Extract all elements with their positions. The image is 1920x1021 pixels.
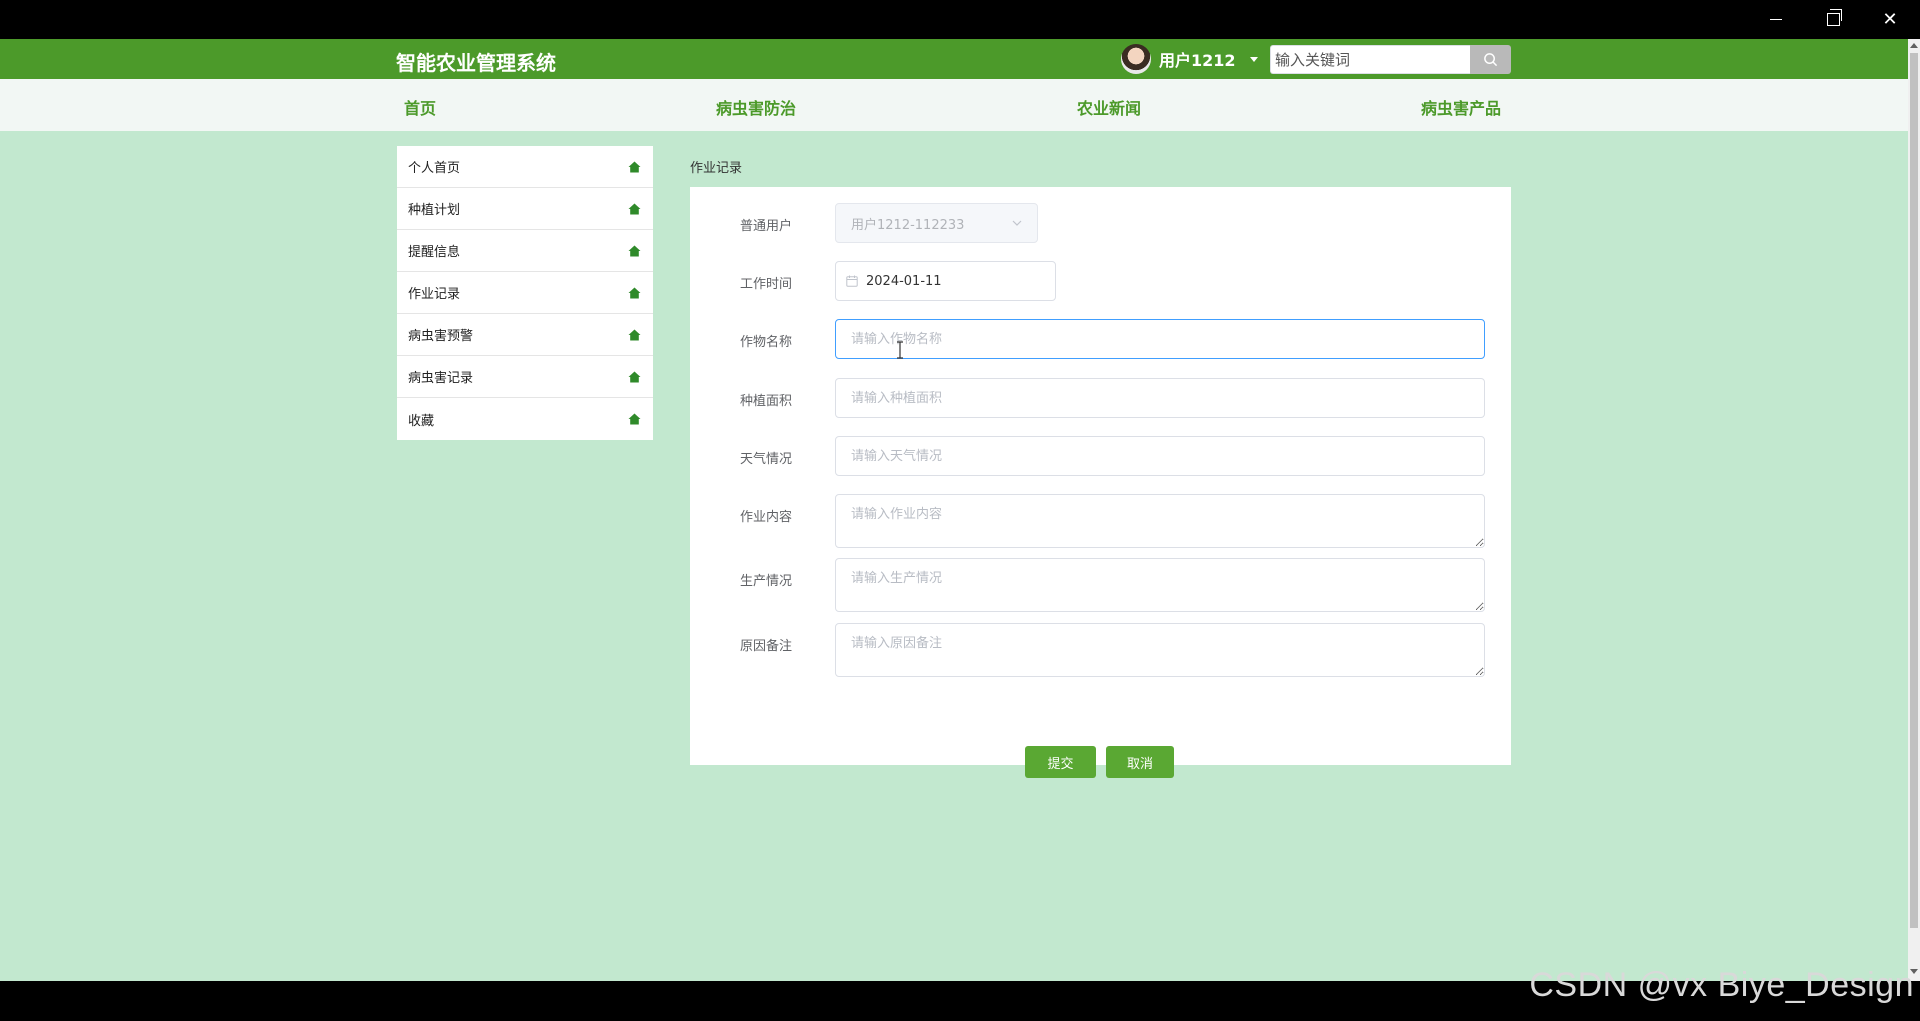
- nav-item-home[interactable]: 首页: [404, 95, 436, 119]
- crop-name-input[interactable]: [835, 319, 1485, 359]
- submit-button[interactable]: 提交: [1025, 746, 1096, 778]
- scroll-up-icon[interactable]: [1910, 43, 1918, 48]
- planting-area-label: 种植面积: [740, 394, 793, 409]
- sidebar-item-profile[interactable]: 个人首页: [397, 146, 653, 188]
- sidebar-item-label: 病虫害预警: [408, 329, 474, 344]
- weather-label: 天气情况: [740, 452, 793, 467]
- top-header: 智能农业管理系统 用户1212: [0, 39, 1908, 79]
- user-select: 用户1212-112233: [835, 203, 1038, 243]
- work-content-label: 作业内容: [740, 510, 793, 525]
- scroll-thumb[interactable]: [1910, 53, 1918, 928]
- close-icon: ✕: [1882, 9, 1898, 30]
- home-icon: [628, 329, 641, 340]
- chevron-down-icon: [1012, 220, 1022, 226]
- planting-area-input[interactable]: [835, 378, 1485, 418]
- sidebar-item-planting-plan[interactable]: 种植计划: [397, 188, 653, 230]
- nav-item-agri-news[interactable]: 农业新闻: [1077, 95, 1141, 119]
- sidebar: 个人首页 种植计划 提醒信息 作业记录 病虫害预警 病虫害记录 收藏: [397, 146, 653, 440]
- avatar: [1121, 44, 1151, 74]
- page-scrollbar[interactable]: [1908, 39, 1920, 981]
- production-textarea[interactable]: [835, 558, 1485, 612]
- reason-label: 原因备注: [740, 639, 793, 654]
- home-icon: [628, 203, 641, 214]
- nav-item-pest-control[interactable]: 病虫害防治: [716, 95, 796, 119]
- restore-icon: [1826, 9, 1842, 26]
- main-nav: 首页 病虫害防治 农业新闻 病虫害产品: [0, 79, 1908, 131]
- sidebar-item-label: 个人首页: [408, 161, 461, 176]
- sidebar-item-pest-warning[interactable]: 病虫害预警: [397, 314, 653, 356]
- weather-input[interactable]: [835, 436, 1485, 476]
- home-icon: [628, 245, 641, 256]
- sidebar-item-label: 作业记录: [408, 287, 461, 302]
- app-viewport: 智能农业管理系统 用户1212 首页 病虫害防治 农业新闻 病虫害产品 个人首页…: [0, 39, 1908, 981]
- user-label: 普通用户: [740, 219, 793, 234]
- production-label: 生产情况: [740, 574, 793, 589]
- home-icon: [628, 287, 641, 298]
- breadcrumb: 作业记录: [690, 161, 743, 176]
- home-icon: [628, 161, 641, 172]
- calendar-icon: [846, 275, 858, 287]
- work-time-value: 2024-01-11: [866, 273, 942, 289]
- reason-textarea[interactable]: [835, 623, 1485, 677]
- home-icon: [628, 413, 641, 425]
- search-icon: [1484, 53, 1498, 67]
- sidebar-item-label: 收藏: [408, 413, 435, 429]
- home-icon: [628, 371, 641, 382]
- sidebar-item-work-records[interactable]: 作业记录: [397, 272, 653, 314]
- nav-item-pest-products[interactable]: 病虫害产品: [1421, 95, 1501, 119]
- sidebar-item-pest-records[interactable]: 病虫害记录: [397, 356, 653, 398]
- user-select-value: 用户1212-112233: [851, 217, 965, 233]
- cancel-button[interactable]: 取消: [1106, 746, 1174, 778]
- sidebar-item-favorites[interactable]: 收藏: [397, 398, 653, 440]
- brand-title: 智能农业管理系统: [396, 51, 556, 75]
- work-time-datepicker[interactable]: 2024-01-11: [835, 261, 1056, 301]
- work-content-textarea[interactable]: [835, 494, 1485, 548]
- work-record-form: 普通用户 用户1212-112233 工作时间 2024-01-11 作物名称 …: [690, 187, 1511, 778]
- watermark: CSDN @vx Biye_Design: [1529, 966, 1914, 1004]
- text-cursor-icon: [897, 341, 903, 359]
- sidebar-item-label: 种植计划: [408, 203, 461, 218]
- sidebar-item-reminders[interactable]: 提醒信息: [397, 230, 653, 272]
- window-titlebar: ✕: [0, 0, 1920, 39]
- user-name: 用户1212: [1159, 51, 1236, 70]
- crop-name-label: 作物名称: [740, 335, 793, 350]
- minimize-icon: [1770, 18, 1782, 21]
- search-button[interactable]: [1470, 45, 1511, 74]
- caret-down-icon: [1249, 56, 1258, 62]
- sidebar-item-label: 提醒信息: [408, 245, 461, 260]
- work-time-label: 工作时间: [740, 277, 793, 292]
- minimize-button[interactable]: [1748, 0, 1804, 39]
- search-input[interactable]: [1270, 45, 1470, 74]
- sidebar-item-label: 病虫害记录: [408, 371, 474, 386]
- close-button[interactable]: ✕: [1862, 0, 1918, 39]
- restore-button[interactable]: [1805, 0, 1861, 39]
- user-menu[interactable]: 用户1212: [1121, 44, 1258, 74]
